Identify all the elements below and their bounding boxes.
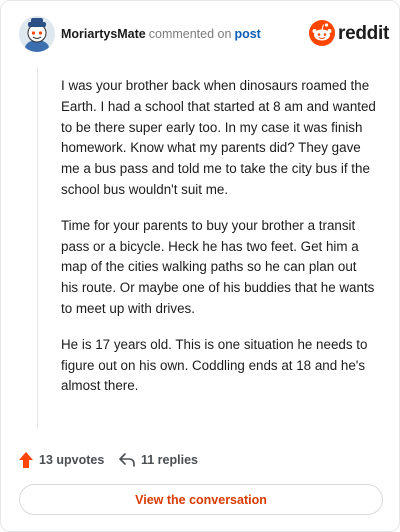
meta-verb: commented on (148, 27, 232, 41)
reply-arrow-icon (119, 453, 135, 467)
upvote-button[interactable]: 13 upvotes (19, 450, 104, 470)
comment-header: MoriartysMate commented on post reddit (19, 16, 389, 52)
comment-card: MoriartysMate commented on post reddit I w… (0, 0, 400, 532)
comment-paragraph: Time for your parents to buy your brothe… (61, 217, 375, 316)
user-avatar[interactable] (19, 16, 55, 52)
comment-paragraph: I was your brother back when dinosaurs r… (61, 78, 376, 197)
thread-line (37, 67, 38, 429)
comment-paragraph: He is 17 years old. This is one situatio… (61, 336, 368, 394)
upvote-arrow-icon (19, 452, 33, 468)
reddit-snoo-icon (309, 20, 335, 46)
snoo-avatar-icon (19, 16, 55, 52)
reply-count: 11 replies (141, 453, 198, 467)
username-link[interactable]: MoriartysMate (61, 27, 146, 41)
upvote-count: 13 upvotes (39, 453, 105, 467)
post-link[interactable]: post (234, 27, 260, 41)
reddit-logo[interactable]: reddit (309, 20, 389, 48)
comment-actions: 13 upvotes 11 replies (19, 450, 383, 470)
reddit-wordmark: reddit (338, 23, 389, 44)
replies-button[interactable]: 11 replies (119, 450, 198, 470)
comment-body: I was your brother back when dinosaurs r… (61, 76, 377, 412)
view-conversation-button[interactable]: View the conversation (19, 484, 383, 515)
comment-meta: MoriartysMate commented on post (61, 26, 261, 42)
